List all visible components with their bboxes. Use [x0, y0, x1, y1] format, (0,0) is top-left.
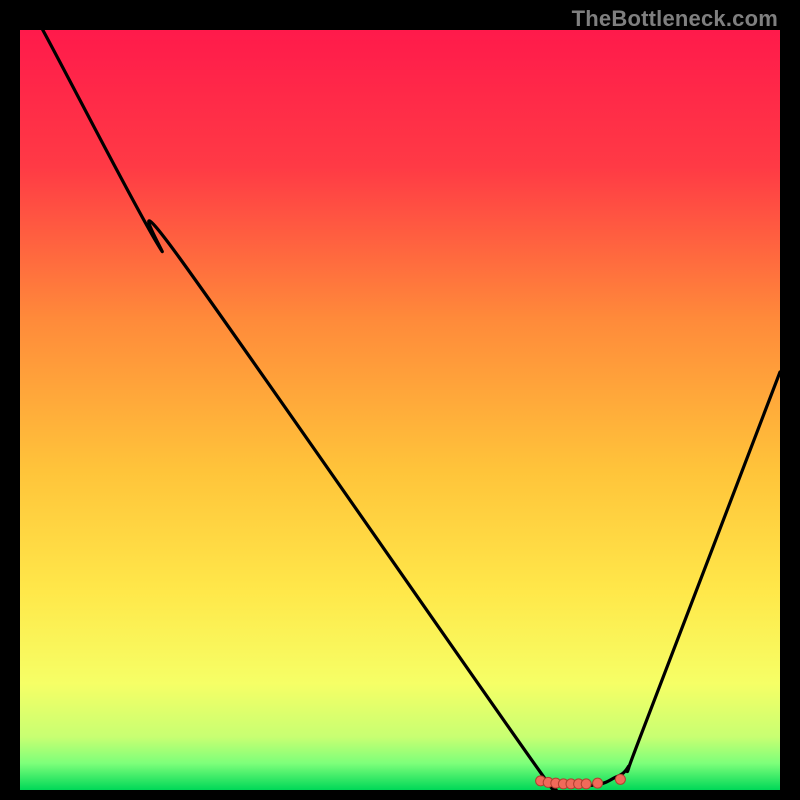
marker-point — [593, 778, 603, 788]
gradient-background — [20, 30, 780, 790]
chart-frame — [20, 30, 780, 790]
marker-point — [581, 779, 591, 789]
marker-point — [615, 774, 625, 784]
bottleneck-chart — [20, 30, 780, 790]
watermark-text: TheBottleneck.com — [572, 6, 778, 32]
